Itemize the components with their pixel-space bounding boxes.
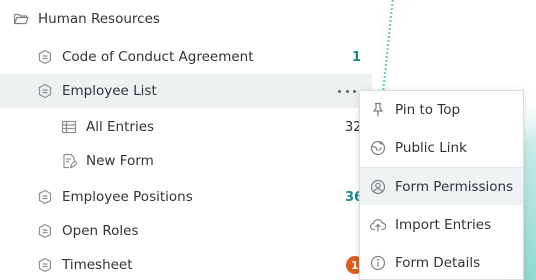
form-label: Open Roles: [62, 223, 139, 239]
form-label: Employee List: [62, 83, 157, 99]
menu-item-pin-to-top[interactable]: Pin to Top: [360, 91, 523, 128]
form-icon: [37, 223, 53, 239]
folder-open-icon: [13, 11, 29, 27]
form-item-employee-positions[interactable]: Employee Positions 36: [0, 180, 379, 214]
menu-item-label: Public Link: [395, 139, 467, 156]
more-options-icon[interactable]: [338, 85, 356, 97]
folder-label: Human Resources: [38, 11, 160, 27]
form-label: Employee Positions: [62, 189, 193, 205]
form-tree: Human Resources Code of Conduct Agreemen…: [0, 0, 379, 280]
edit-form-icon: [61, 153, 77, 169]
menu-item-import-entries[interactable]: Import Entries: [360, 206, 523, 243]
menu-item-form-details[interactable]: Form Details: [360, 244, 523, 280]
form-item-timesheet[interactable]: Timesheet: [0, 248, 379, 280]
menu-item-form-permissions[interactable]: Form Permissions: [360, 168, 523, 205]
menu-item-public-link[interactable]: Public Link: [360, 129, 523, 166]
form-item-code-of-conduct[interactable]: Code of Conduct Agreement 1: [0, 40, 379, 74]
form-item-open-roles[interactable]: Open Roles: [0, 214, 379, 248]
subitem-all-entries[interactable]: All Entries 32: [0, 110, 379, 144]
form-icon: [37, 83, 53, 99]
subitem-new-form[interactable]: New Form: [0, 144, 379, 178]
form-label: Timesheet: [62, 257, 133, 273]
context-menu: Pin to Top Public Link Form Permissions: [359, 90, 524, 280]
form-icon: [37, 257, 53, 273]
import-icon: [369, 217, 387, 233]
entry-count: 1: [352, 49, 362, 65]
subitem-label: All Entries: [86, 119, 155, 135]
pin-icon: [370, 102, 386, 118]
info-icon: [370, 255, 386, 271]
permissions-icon: [370, 179, 386, 195]
folder-human-resources[interactable]: Human Resources: [0, 2, 379, 36]
public-link-icon: [370, 140, 386, 156]
menu-item-label: Form Permissions: [395, 178, 514, 195]
table-icon: [61, 119, 77, 135]
form-label: Code of Conduct Agreement: [62, 49, 254, 65]
menu-item-label: Pin to Top: [395, 101, 461, 118]
menu-item-label: Import Entries: [395, 216, 492, 233]
form-icon: [37, 49, 53, 65]
form-icon: [37, 189, 53, 205]
subitem-label: New Form: [86, 153, 154, 169]
form-item-employee-list[interactable]: Employee List: [0, 74, 372, 108]
menu-item-label: Form Details: [395, 254, 481, 271]
